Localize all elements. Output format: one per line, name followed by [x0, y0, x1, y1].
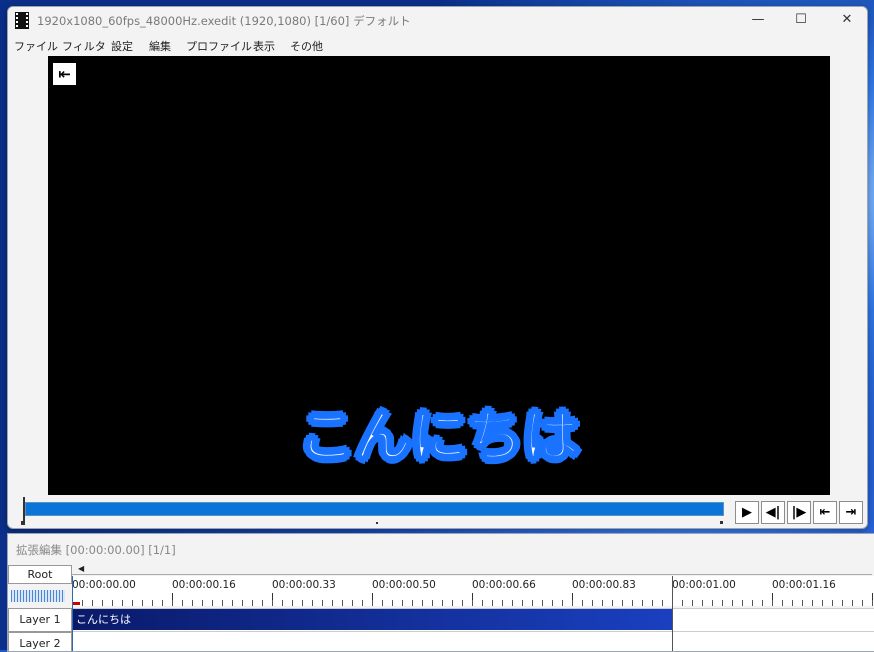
time-ruler[interactable]: 00:00:00.00 00:00:00.16 00:00:00.33 00:0… — [72, 576, 874, 606]
film-icon — [15, 12, 29, 29]
menu-other[interactable]: その他 — [290, 38, 323, 54]
seek-mid-marker — [376, 522, 378, 524]
close-button[interactable]: ✕ — [824, 7, 867, 35]
menu-file[interactable]: ファイル — [14, 38, 58, 54]
prev-frame-button[interactable]: ◀| — [761, 501, 785, 524]
zoom-scale-slider[interactable] — [11, 590, 65, 602]
play-button[interactable]: ▶ — [735, 501, 759, 524]
scroll-left-icon[interactable]: ◀ — [78, 564, 84, 573]
seek-handle[interactable] — [23, 497, 25, 521]
ruler-label: 00:00:00.83 — [572, 579, 636, 591]
seek-bar[interactable] — [25, 502, 724, 516]
preview-subtitle: こんにちは — [298, 404, 580, 471]
ruler-label: 00:00:00.33 — [272, 579, 336, 591]
layer-track-2[interactable] — [72, 631, 874, 651]
back-to-start-icon[interactable]: ⇤ — [53, 63, 76, 85]
menu-edit[interactable]: 編集 — [149, 38, 171, 54]
preview-canvas[interactable]: ⇤ こんにちは — [48, 56, 830, 495]
playhead-marker[interactable] — [72, 602, 80, 605]
timeline-scrollbar[interactable] — [72, 574, 872, 575]
menu-view[interactable]: 表示 — [253, 38, 275, 54]
next-frame-button[interactable]: |▶ — [787, 501, 811, 524]
playhead-line — [72, 576, 73, 651]
ruler-label: 00:00:00.66 — [472, 579, 536, 591]
menu-profile[interactable]: プロファイル — [186, 38, 252, 54]
ruler-label: 00:00:00.16 — [172, 579, 236, 591]
maximize-button[interactable]: ☐ — [778, 7, 824, 35]
title-bar[interactable]: 1920x1080_60fps_48000Hz.exedit (1920,108… — [8, 7, 867, 35]
ruler-label: 00:00:01.16 — [772, 579, 836, 591]
layer-header-2[interactable]: Layer 2 — [8, 632, 72, 651]
menu-bar: ファイル フィルタ 設定 編集 プロファイル 表示 その他 — [8, 37, 867, 55]
timeline-window: 拡張編集 [00:00:00.00] [1/1] Root ◀ 00:00:00… — [7, 533, 874, 652]
go-start-button[interactable]: ⇤ — [813, 501, 837, 524]
text-clip[interactable]: こんにちは — [72, 609, 672, 630]
minimize-button[interactable]: — — [735, 7, 781, 35]
scene-end-line — [672, 576, 673, 651]
main-window: 1920x1080_60fps_48000Hz.exedit (1920,108… — [7, 6, 868, 529]
ruler-minor-ticks — [72, 600, 874, 606]
ruler-label: 00:00:00.00 — [72, 579, 136, 591]
root-button[interactable]: Root — [8, 565, 72, 584]
timeline-title: 拡張編集 [00:00:00.00] [1/1] — [16, 543, 176, 557]
go-end-button[interactable]: ⇥ — [839, 501, 863, 524]
ruler-label: 00:00:00.50 — [372, 579, 436, 591]
ruler-label: 00:00:01.00 — [672, 579, 736, 591]
menu-settings[interactable]: 設定 — [111, 38, 133, 54]
seek-start-marker — [21, 521, 25, 525]
menu-filter[interactable]: フィルタ — [62, 38, 106, 54]
window-title: 1920x1080_60fps_48000Hz.exedit (1920,108… — [37, 14, 411, 28]
layer-header-1[interactable]: Layer 1 — [8, 608, 72, 632]
seek-end-marker — [720, 521, 723, 524]
